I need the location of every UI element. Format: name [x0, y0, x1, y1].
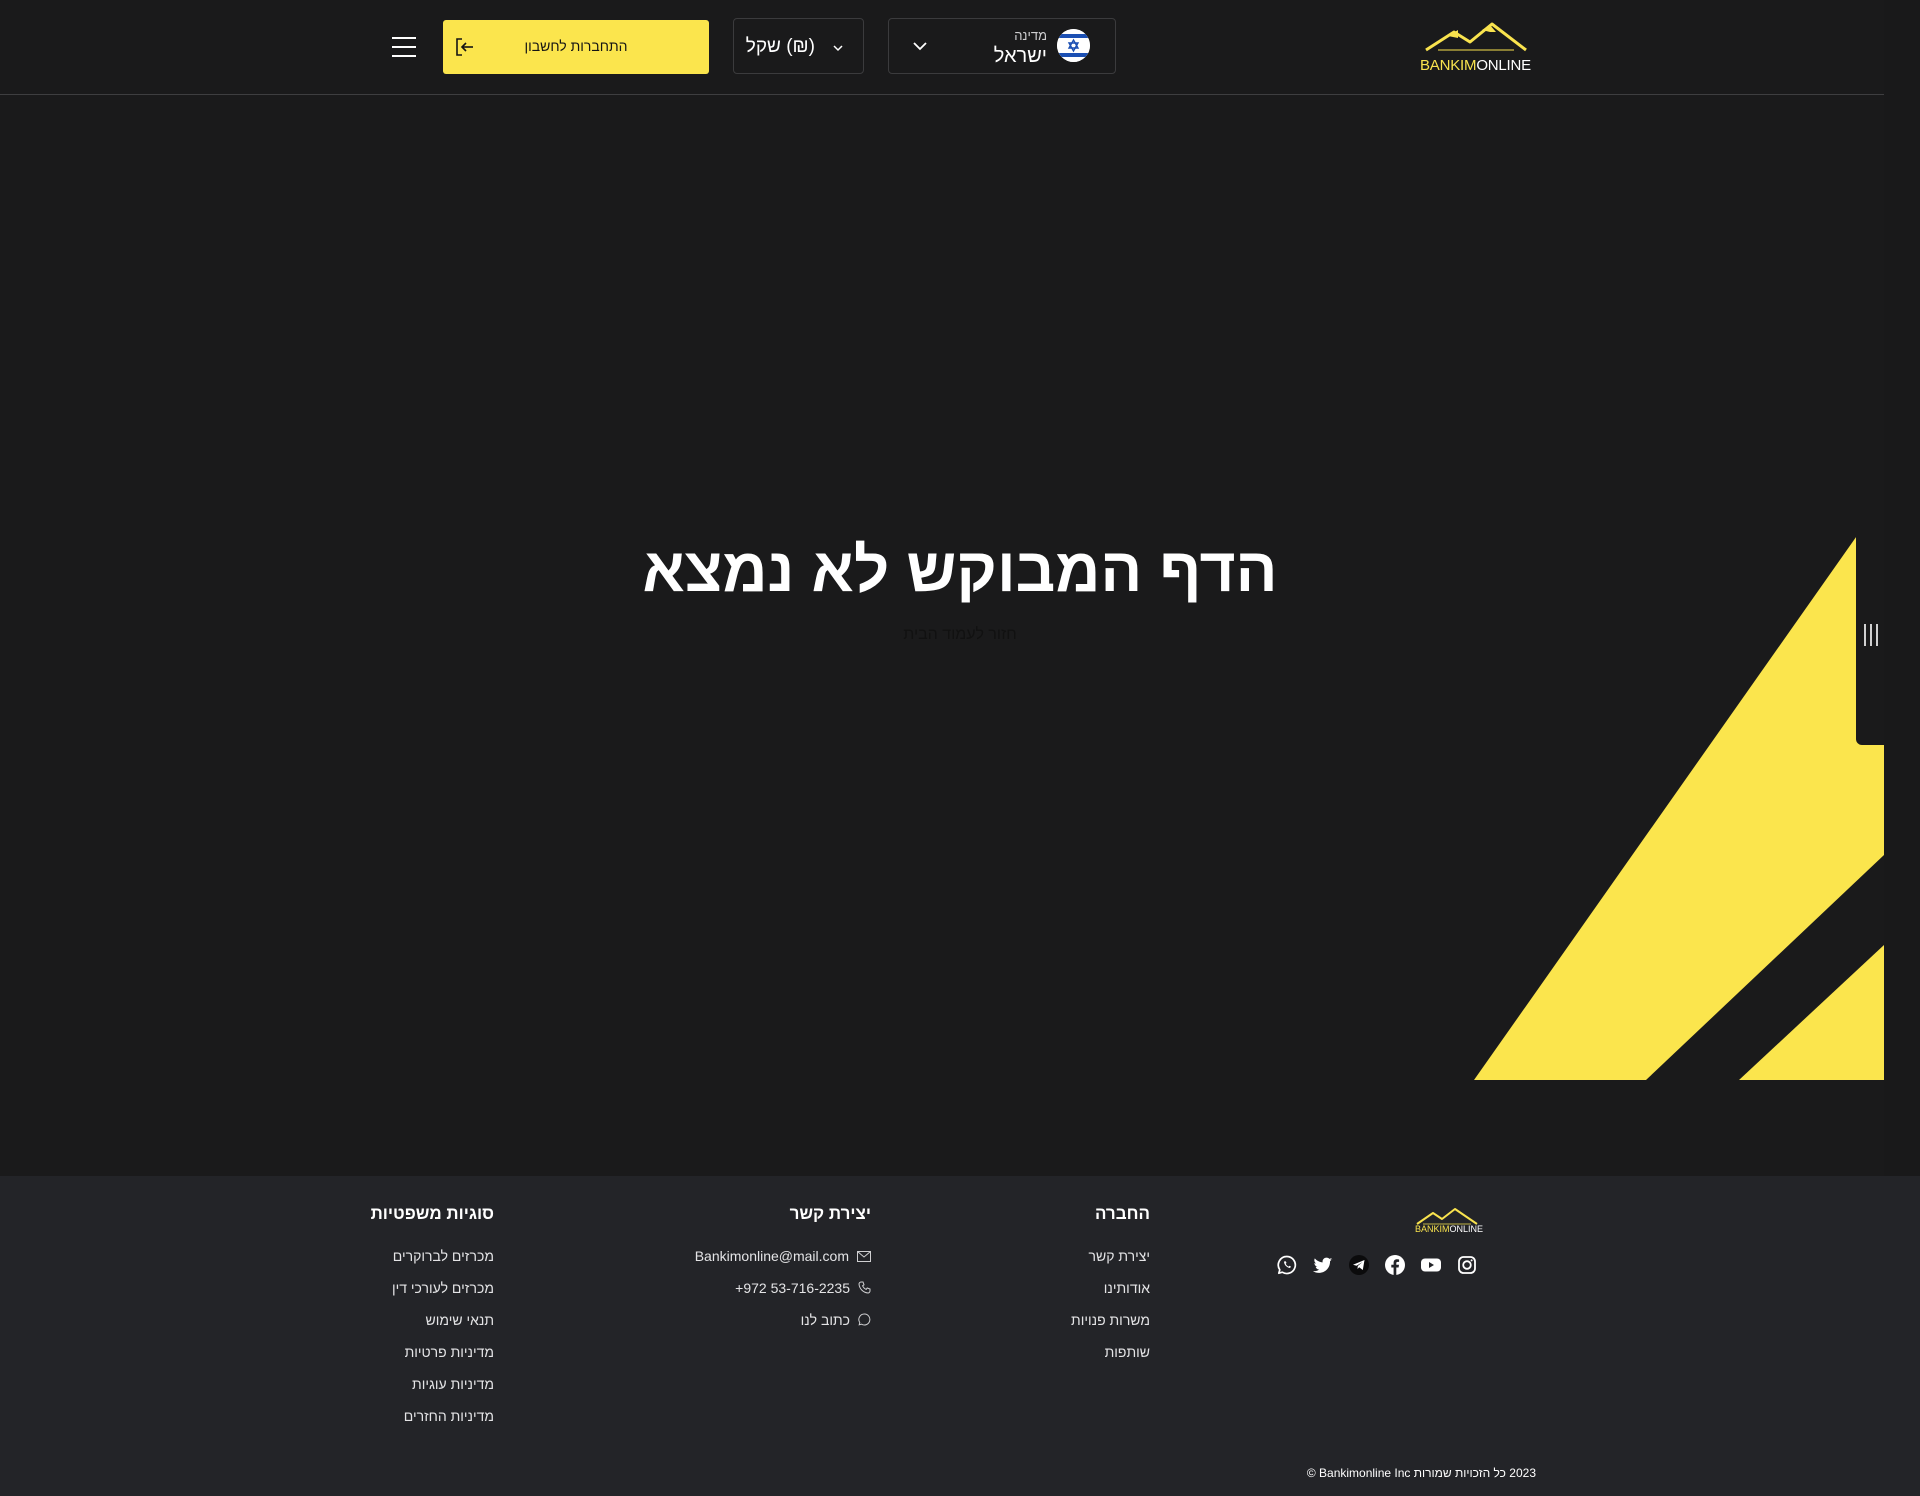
footer-link-cookies[interactable]: מדיניות עוגיות	[412, 1376, 494, 1392]
footer-link-partnership[interactable]: שותפות	[1105, 1344, 1150, 1360]
footer-email-link[interactable]: Bankimonline@mail.com	[695, 1248, 871, 1265]
copyright-text: 2023 כל הזכויות שמורות Bankimonline Inc …	[1306, 1466, 1536, 1480]
back-home-link[interactable]: חזור לעמוד הבית	[0, 626, 1884, 644]
footer-phone-link[interactable]: +972 53-716-2235	[735, 1280, 871, 1297]
mail-icon	[857, 1249, 871, 1265]
footer-email-text: Bankimonline@mail.com	[694, 1248, 849, 1264]
footer-write-us-link[interactable]: כתוב לנו	[801, 1312, 871, 1329]
not-found-section: הדף המבוקש לא נמצא חזור לעמוד הבית	[0, 95, 1884, 1080]
country-selector[interactable]: מדינה ישראל	[888, 18, 1116, 74]
twitter-icon[interactable]	[1312, 1254, 1334, 1276]
telegram-icon[interactable]	[1348, 1254, 1370, 1276]
footer-link-terms[interactable]: תנאי שימוש	[426, 1312, 495, 1328]
vertical-lines-icon	[1864, 624, 1878, 646]
footer-legal-column: סוגיות משפטיות מכרזים לברוקרים מכרזים לע…	[334, 1204, 494, 1424]
top-navigation-bar: BANKIMONLINE מדינה ישראל (₪) שקל התחברות…	[0, 0, 1884, 95]
country-value: ישראל	[993, 45, 1047, 67]
footer-link-privacy[interactable]: מדיניות פרטיות	[405, 1344, 494, 1360]
login-button[interactable]: התחברות לחשבון	[443, 20, 709, 74]
footer-link-careers[interactable]: משרות פנויות	[1071, 1312, 1150, 1328]
page-title: הדף המבוקש לא נמצא	[642, 536, 1278, 605]
country-label: מדינה	[1014, 28, 1047, 43]
footer-link-refunds[interactable]: מדיניות החזרים	[404, 1408, 494, 1424]
bankimonline-logo[interactable]: BANKIMONLINE	[1418, 20, 1531, 76]
israel-flag-icon	[1057, 29, 1090, 62]
hamburger-menu-icon[interactable]	[391, 36, 417, 58]
currency-selector[interactable]: (₪) שקל	[733, 18, 864, 74]
whatsapp-small-icon	[858, 1313, 871, 1329]
side-panel-tab[interactable]	[1856, 525, 1884, 745]
login-button-label: התחברות לחשבון	[524, 38, 628, 54]
footer-link-broker-tenders[interactable]: מכרזים לברוקרים	[393, 1248, 494, 1264]
footer-link-lawyer-tenders[interactable]: מכרזים לעורכי דין	[392, 1280, 494, 1296]
footer-company-title: החברה	[1094, 1204, 1150, 1223]
phone-icon	[858, 1281, 871, 1297]
footer-legal-title: סוגיות משפטיות	[370, 1204, 494, 1223]
footer-company-column: החברה יצירת קשר אודותינו משרות פנויות שו…	[1010, 1204, 1150, 1360]
currency-value: (₪) שקל	[745, 36, 815, 57]
logo-text: BANKIMONLINE	[1420, 57, 1531, 74]
chevron-down-icon	[832, 41, 844, 59]
right-scroll-rail	[1884, 0, 1920, 1176]
instagram-icon[interactable]	[1456, 1254, 1478, 1276]
footer-write-us-text: כתוב לנו	[800, 1312, 850, 1328]
footer-contact-title: יצירת קשר	[789, 1204, 871, 1223]
footer-link-about[interactable]: אודותינו	[1104, 1280, 1150, 1296]
footer-logo[interactable]: BANKIMONLINE	[1415, 1206, 1485, 1236]
footer-phone-text: +972 53-716-2235	[735, 1280, 850, 1296]
footer: BANKIMONLINE החברה יצירת קשר אודותינו מש…	[0, 1176, 1920, 1496]
footer-contact-column: יצירת קשר Bankimonline@mail.com +972 53-…	[671, 1204, 871, 1328]
facebook-icon[interactable]	[1384, 1254, 1406, 1276]
youtube-icon[interactable]	[1420, 1254, 1442, 1276]
footer-link-contact[interactable]: יצירת קשר	[1089, 1248, 1150, 1264]
whatsapp-icon[interactable]	[1276, 1254, 1298, 1276]
footer-logo-text: BANKIMONLINE	[1415, 1224, 1484, 1234]
chevron-down-icon	[911, 37, 929, 60]
